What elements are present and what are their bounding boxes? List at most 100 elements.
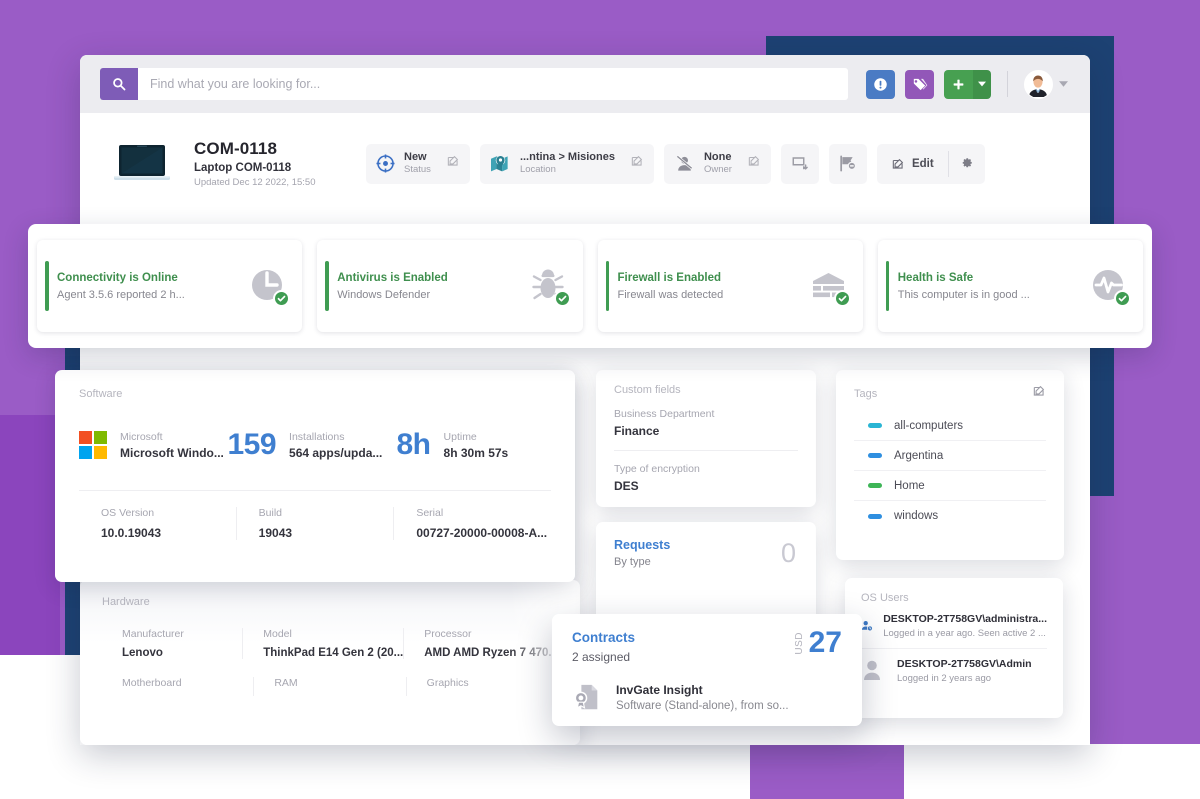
status-chip-label: Status	[404, 164, 431, 176]
tag-item[interactable]: Home	[854, 471, 1046, 501]
os-version-label: OS Version	[101, 507, 236, 519]
check-badge-icon	[1114, 290, 1131, 307]
chevron-down-icon[interactable]	[973, 70, 991, 99]
edit-icon[interactable]	[630, 154, 644, 173]
user-menu[interactable]	[1024, 70, 1068, 99]
owner-chip[interactable]: None Owner	[664, 144, 771, 184]
hardware-card: Hardware Manufacturer Lenovo Model Think…	[80, 580, 580, 745]
flag-minus-icon	[838, 154, 857, 173]
serial-field: Serial 00727-20000-00008-A...	[393, 507, 551, 540]
page-title: COM-0118	[194, 139, 344, 159]
tag-item[interactable]: windows	[854, 501, 1046, 531]
os-user-meta: Logged in 2 years ago	[897, 673, 1032, 684]
uptime-block: Uptime 8h 30m 57s	[444, 431, 551, 460]
hardware-row-2: Motherboard RAM Graphics	[102, 677, 558, 696]
software-fields-row: OS Version 10.0.19043 Build 19043 Serial…	[79, 490, 551, 540]
status-chip-value: New	[404, 151, 431, 165]
owner-chip-label: Owner	[704, 164, 732, 176]
header-action-icons	[866, 70, 1068, 99]
motherboard-label: Motherboard	[122, 677, 253, 689]
motherboard-field: Motherboard	[102, 677, 253, 696]
contracts-value: 27	[809, 628, 842, 658]
hardware-row-1: Manufacturer Lenovo Model ThinkPad E14 G…	[102, 628, 558, 659]
plus-icon[interactable]	[944, 70, 973, 99]
connectivity-status-subtitle: Agent 3.5.6 reported 2 h...	[57, 289, 248, 301]
tag-icon[interactable]	[905, 70, 934, 99]
edit-icon[interactable]	[747, 154, 761, 173]
business-department-label: Business Department	[614, 408, 798, 420]
tag-item[interactable]: Argentina	[854, 441, 1046, 471]
remote-control-button[interactable]	[781, 144, 819, 184]
os-version-field: OS Version 10.0.19043	[79, 507, 236, 540]
settings-button[interactable]	[949, 144, 985, 184]
build-field: Build 19043	[236, 507, 394, 540]
edit-icon[interactable]	[446, 154, 460, 173]
search-input[interactable]	[138, 68, 848, 100]
encryption-type-value: DES	[614, 479, 798, 493]
antivirus-status-card[interactable]: Antivirus is Enabled Windows Defender	[317, 240, 582, 332]
firewall-icon	[809, 266, 849, 306]
os-user-name: DESKTOP-2T758GV\administra...	[883, 613, 1047, 625]
os-name: Microsoft Windo...	[120, 446, 227, 460]
health-status-card[interactable]: Health is Safe This computer is in good …	[878, 240, 1143, 332]
edit-button-label: Edit	[912, 158, 934, 170]
app-topbar	[80, 55, 1090, 113]
os-user-meta: Logged in a year ago. Seen active 2 ...	[883, 628, 1047, 639]
tag-label: Home	[894, 480, 925, 492]
encryption-type-label: Type of encryption	[614, 463, 798, 475]
firewall-status-card[interactable]: Firewall is Enabled Firewall was detecte…	[598, 240, 863, 332]
tags-list: all-computers Argentina Home windows	[854, 411, 1046, 531]
edit-button[interactable]: Edit	[877, 144, 985, 184]
model-field: Model ThinkPad E14 Gen 2 (20...	[242, 628, 403, 659]
ram-label: RAM	[274, 677, 405, 689]
os-user-name: DESKTOP-2T758GV\Admin	[897, 658, 1032, 670]
contract-item-detail: Software (Stand-alone), from so...	[616, 700, 789, 712]
exclamation-circle-icon[interactable]	[866, 70, 895, 99]
tag-color-swatch	[868, 483, 882, 488]
os-user-row[interactable]: DESKTOP-2T758GV\administra... Logged in …	[861, 604, 1047, 649]
requests-title[interactable]: Requests	[614, 538, 798, 552]
business-department-field: Business Department Finance	[614, 408, 798, 438]
contracts-currency: USD	[794, 632, 805, 655]
gear-icon	[959, 156, 974, 171]
installations-count: 159	[227, 428, 276, 462]
header-divider	[1007, 71, 1008, 97]
serial-value: 00727-20000-00008-A...	[416, 526, 551, 540]
uptime-label: Uptime	[444, 431, 551, 443]
tag-color-swatch	[868, 453, 882, 458]
windows-logo-icon	[79, 431, 107, 459]
uptime-detail: 8h 30m 57s	[444, 446, 551, 460]
avatar-icon[interactable]	[1024, 70, 1053, 99]
antivirus-status-title: Antivirus is Enabled	[337, 272, 528, 284]
search-icon[interactable]	[100, 68, 138, 100]
software-summary-row: Microsoft Microsoft Windo... 159 Install…	[79, 428, 551, 462]
serial-label: Serial	[416, 507, 551, 519]
asset-header: COM-0118 Laptop COM-0118 Updated Dec 12 …	[80, 113, 1090, 188]
software-card-front: Software Microsoft Microsoft Windo... 15…	[55, 370, 575, 582]
edit-icon	[891, 157, 905, 171]
business-department-value: Finance	[614, 424, 798, 438]
software-section-label: Software	[79, 388, 551, 400]
contract-list-item[interactable]: InvGate Insight Software (Stand-alone), …	[572, 682, 842, 712]
background-purple-accent-left	[0, 415, 60, 655]
custom-fields-card: Custom fields Business Department Financ…	[596, 370, 816, 507]
connectivity-status-card[interactable]: Connectivity is Online Agent 3.5.6 repor…	[37, 240, 302, 332]
build-value: 19043	[259, 526, 394, 540]
edit-icon[interactable]	[1032, 384, 1046, 403]
asset-attribute-chips: New Status	[366, 144, 985, 184]
custom-fields-divider	[614, 450, 798, 451]
global-search[interactable]	[100, 68, 848, 100]
flag-disable-button[interactable]	[829, 144, 867, 184]
laptop-icon	[112, 143, 172, 185]
os-users-section-label: OS Users	[861, 592, 1047, 604]
installations-block: Installations 564 apps/upda...	[289, 431, 396, 460]
tag-item[interactable]: all-computers	[854, 411, 1046, 441]
os-user-row[interactable]: DESKTOP-2T758GV\Admin Logged in 2 years …	[861, 649, 1047, 693]
location-chip[interactable]: ...ntina > Misiones Location	[480, 144, 654, 184]
status-chip[interactable]: New Status	[366, 144, 470, 184]
user-clock-icon	[861, 613, 873, 639]
chevron-down-icon[interactable]	[1059, 81, 1068, 87]
owner-chip-value: None	[704, 151, 732, 165]
create-new-button[interactable]	[944, 70, 991, 99]
manufacturer-field: Manufacturer Lenovo	[102, 628, 242, 659]
